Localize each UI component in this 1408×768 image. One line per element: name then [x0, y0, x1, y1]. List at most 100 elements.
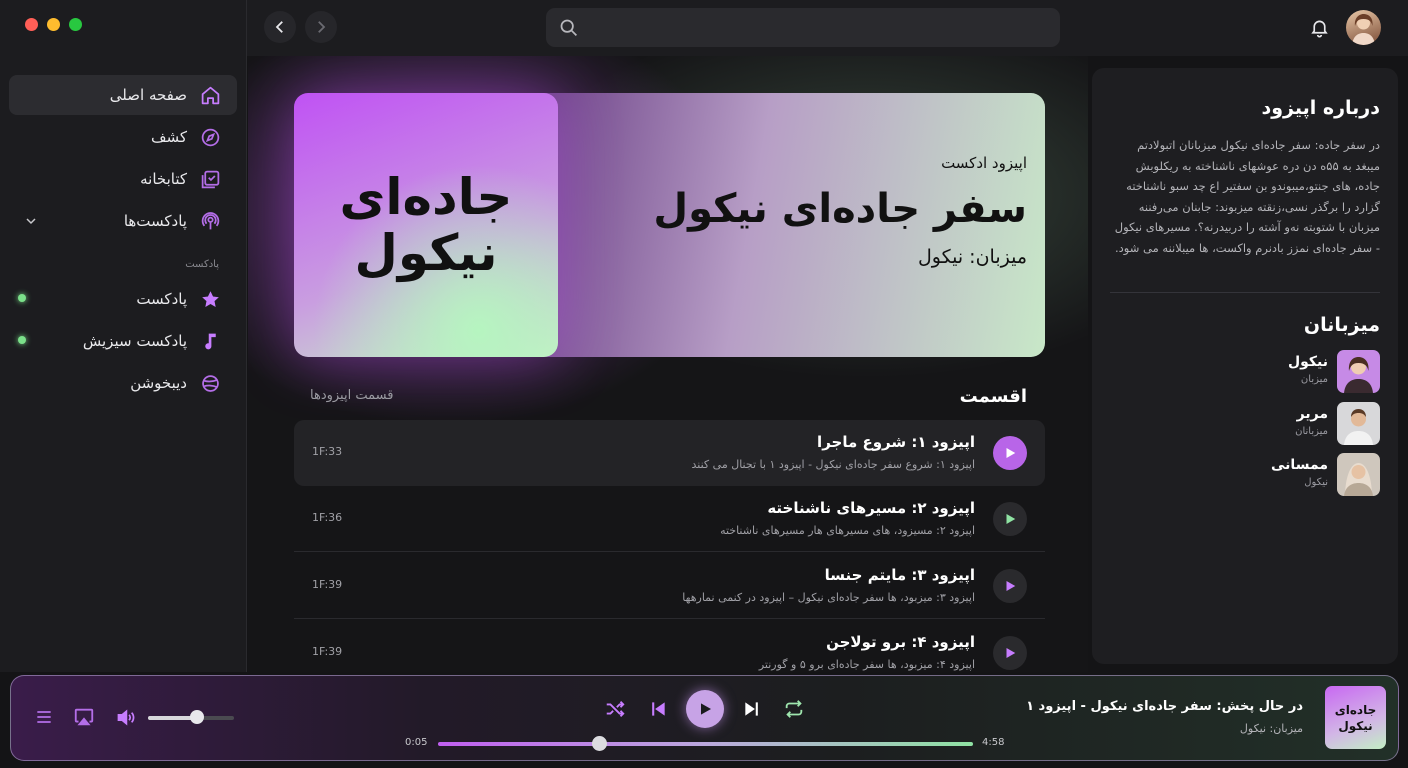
- episode-duration: 1F:36: [312, 511, 343, 524]
- episodes-subheading: قسمت اپیزودها: [310, 388, 394, 403]
- sidebar-item-podcasts[interactable]: پادکست‌ها: [9, 201, 237, 241]
- search-icon: [560, 19, 577, 36]
- chevron-right-icon: [318, 21, 326, 33]
- sidebar-item-library[interactable]: کتابخانه: [9, 159, 237, 199]
- top-bar: [247, 0, 1408, 56]
- episode-play-button[interactable]: [993, 569, 1027, 603]
- avatar[interactable]: [1346, 10, 1381, 45]
- orbit-icon: [199, 372, 221, 394]
- sidebar-item-label: دیبخوشن: [130, 374, 187, 392]
- host-item[interactable]: مریر میزبانان: [1112, 402, 1380, 446]
- about-title: درباره اپیزود: [1261, 97, 1380, 119]
- episode-description: اپیزود ۳: میزبود، ها سفر جاده‌ای نیکول –…: [682, 591, 975, 604]
- episode-row[interactable]: اپیزود ۳: مایتم جنسا اپیزود ۳: میزبود، ه…: [294, 553, 1045, 619]
- sidebar-item-podcast[interactable]: پادکست: [9, 279, 237, 319]
- host-name: مریر: [1296, 406, 1328, 422]
- repeat-button[interactable]: [781, 696, 807, 722]
- hero-host: میزبان: نیکول: [918, 246, 1027, 268]
- host-avatar: [1337, 350, 1380, 393]
- episode-play-button[interactable]: [993, 636, 1027, 670]
- minimize-window-button[interactable]: [47, 18, 60, 31]
- episode-duration: 1F:33: [312, 445, 343, 458]
- volume-handle[interactable]: [190, 710, 205, 724]
- queue-button[interactable]: [33, 706, 55, 728]
- podcast-cover: جاده‌ای نیکول: [294, 93, 558, 357]
- episode-row[interactable]: اپیزود ۱: شروع ماجرا اپیزود ۱: شروع سفر …: [294, 420, 1045, 486]
- library-icon: [199, 168, 221, 190]
- shuffle-icon: [606, 701, 625, 717]
- hosts-title: میزبانان: [1303, 314, 1380, 336]
- divider: [1110, 292, 1380, 293]
- play-icon: [1006, 581, 1016, 591]
- sidebar-item-label: پادکست سیزیش: [82, 332, 187, 350]
- bell-icon[interactable]: [1309, 17, 1330, 38]
- episode-duration: 1F:39: [312, 645, 343, 658]
- about-text: در سفر جاده‌: سفر جاده‌ای نیکول میزبانان…: [1114, 138, 1380, 255]
- sidebar-item-label: کشف: [150, 128, 187, 146]
- sidebar-item-label: پادکست‌ها: [123, 212, 187, 230]
- zoom-window-button[interactable]: [69, 18, 82, 31]
- main-content: جاده‌ای نیکول اپیزود ادکست سفر جاده‌ای ن…: [248, 56, 1088, 672]
- progress-handle[interactable]: [591, 736, 607, 751]
- play-pause-button[interactable]: [686, 690, 724, 728]
- episode-row[interactable]: اپیزود ۴: برو تولاجن اپیزود ۴: میزبود، ه…: [294, 620, 1045, 672]
- sidebar-item-dibkhoshn[interactable]: دیبخوشن: [9, 363, 237, 403]
- episode-duration: 1F:39: [312, 578, 343, 591]
- sidebar-item-label: پادکست: [136, 290, 187, 308]
- episode-play-button[interactable]: [993, 436, 1027, 470]
- episode-description: اپیزود ۱: شروع سفر جاده‌ای نیکول - اپیزو…: [691, 458, 976, 471]
- next-button[interactable]: [739, 696, 765, 722]
- sidebar: صفحه اصلی کشف کتابخانه پادکست‌ها پادکست: [0, 0, 247, 672]
- skip-forward-icon: [745, 702, 758, 716]
- sidebar-item-discover[interactable]: کشف: [9, 117, 237, 157]
- compass-icon: [199, 126, 221, 148]
- episode-details-panel: درباره اپیزود در سفر جاده‌: سفر جاده‌ای …: [1092, 68, 1398, 664]
- host-role: نیکول: [1304, 477, 1328, 488]
- previous-button[interactable]: [645, 696, 671, 722]
- host-item[interactable]: ممسانی نیکول: [1112, 453, 1380, 497]
- host-name: ممسانی: [1271, 457, 1328, 473]
- window-controls: [25, 18, 82, 31]
- forward-button[interactable]: [305, 11, 337, 43]
- airplay-icon: [74, 708, 94, 726]
- host-item[interactable]: نیکول میزبان: [1112, 350, 1380, 394]
- chevron-down-icon[interactable]: [23, 213, 39, 229]
- now-playing-title: در حال پخش: سفر جاده‌ای نیکول - اپیزود ۱: [1026, 699, 1303, 714]
- player-cover[interactable]: جاده‌ای نیکول: [1325, 686, 1386, 749]
- host-role: میزبانان: [1295, 426, 1328, 437]
- episode-play-button[interactable]: [993, 502, 1027, 536]
- chevron-left-icon: [275, 21, 283, 33]
- repeat-icon: [785, 700, 803, 718]
- host-avatar: [1337, 453, 1380, 496]
- search-input[interactable]: [546, 8, 1060, 47]
- shuffle-button[interactable]: [602, 696, 628, 722]
- star-icon: [199, 288, 221, 310]
- play-icon: [1006, 448, 1016, 458]
- elapsed-time: 0:05: [405, 737, 428, 748]
- play-icon: [701, 703, 711, 715]
- section-label: پادکست: [185, 259, 219, 270]
- host-name: نیکول: [1287, 354, 1328, 370]
- cover-title: جاده‌ای نیکول: [339, 168, 513, 282]
- airplay-button[interactable]: [73, 706, 95, 728]
- player-bar: جاده‌ای نیکول در حال پخش: سفر جاده‌ای نی…: [10, 675, 1399, 761]
- home-icon: [199, 84, 221, 106]
- podcast-icon: [199, 210, 221, 232]
- host-role: میزبان: [1300, 374, 1328, 385]
- host-avatar: [1337, 402, 1380, 445]
- play-icon: [1006, 514, 1016, 524]
- now-playing-host: میزبان: نیکول: [1239, 722, 1303, 735]
- list-icon: [37, 711, 51, 723]
- sidebar-item-podcast-siziš[interactable]: پادکست سیزیش: [9, 321, 237, 361]
- play-icon: [1006, 648, 1016, 658]
- back-button[interactable]: [264, 11, 296, 43]
- volume-button[interactable]: [114, 706, 136, 728]
- episode-title: اپیزود ۲: مسیرهای ناشناخته: [767, 499, 975, 517]
- episode-row[interactable]: اپیزود ۲: مسیرهای ناشناخته اپیزود ۲: مسی…: [294, 486, 1045, 552]
- episode-title: اپیزود ۱: شروع ماجرا: [817, 433, 975, 451]
- episode-description: اپیزود ۴: میزبود، ها سفر جاده‌ای برو ۵ و…: [758, 658, 975, 671]
- close-window-button[interactable]: [25, 18, 38, 31]
- progress-bar[interactable]: [438, 742, 973, 746]
- sidebar-item-home[interactable]: صفحه اصلی: [9, 75, 237, 115]
- total-time: 4:58: [982, 737, 1005, 748]
